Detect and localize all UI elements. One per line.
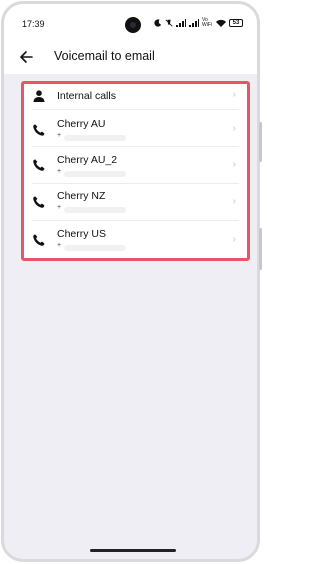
redacted-number <box>64 207 126 213</box>
mute-icon <box>165 19 173 27</box>
phone-icon <box>33 196 45 208</box>
vowifi-label: Vo WiFi <box>202 17 212 28</box>
list-item-cherry-nz[interactable]: Cherry NZ + › <box>24 184 247 220</box>
side-button-power <box>259 228 262 270</box>
front-camera <box>125 17 141 33</box>
chevron-right-icon: › <box>232 159 236 170</box>
signal-icon <box>176 19 186 27</box>
list-item-internal-calls[interactable]: Internal calls › <box>24 84 247 109</box>
wifi-icon <box>216 19 226 27</box>
chevron-right-icon: › <box>232 234 236 245</box>
status-time: 17:39 <box>22 19 45 29</box>
list-item-cherry-au[interactable]: Cherry AU + › <box>24 110 247 146</box>
list-item-label: Cherry AU_2 <box>57 154 118 166</box>
list-item-label: Cherry AU <box>57 118 106 130</box>
moon-icon <box>154 19 162 27</box>
redacted-number <box>64 245 126 251</box>
status-bar: 17:39 Vo WiFi 53 <box>4 4 257 42</box>
phone-number-prefix: + <box>57 242 62 249</box>
phone-number-prefix: + <box>57 132 62 139</box>
chevron-right-icon: › <box>232 196 236 207</box>
list-item-label: Internal calls <box>57 90 116 102</box>
phone-icon <box>33 124 45 136</box>
phone-number-prefix: + <box>57 204 62 211</box>
battery-icon: 53 <box>229 19 243 27</box>
phone-icon <box>33 159 45 171</box>
status-icons: Vo WiFi 53 <box>154 18 243 28</box>
voicemail-list: Internal calls › Cherry AU + › Cherry AU… <box>21 81 250 261</box>
list-item-cherry-us[interactable]: Cherry US + › <box>24 221 247 258</box>
list-item-label: Cherry NZ <box>57 190 106 202</box>
phone-icon <box>33 234 45 246</box>
page-title: Voicemail to email <box>54 49 155 63</box>
list-item-cherry-au-2[interactable]: Cherry AU_2 + › <box>24 147 247 183</box>
phone-frame: 17:39 Vo WiFi 53 Voicemail to email Inte… <box>1 1 260 562</box>
back-arrow-icon[interactable] <box>16 46 38 68</box>
chevron-right-icon: › <box>232 123 236 134</box>
chevron-right-icon: › <box>232 89 236 100</box>
side-button-volume <box>259 122 262 162</box>
person-icon <box>33 90 45 102</box>
redacted-number <box>64 135 126 141</box>
signal-icon-2 <box>189 19 199 27</box>
app-bar: Voicemail to email <box>4 42 257 74</box>
home-indicator[interactable] <box>90 549 176 552</box>
redacted-number <box>64 171 126 177</box>
phone-number-prefix: + <box>57 168 62 175</box>
list-item-label: Cherry US <box>57 228 107 240</box>
